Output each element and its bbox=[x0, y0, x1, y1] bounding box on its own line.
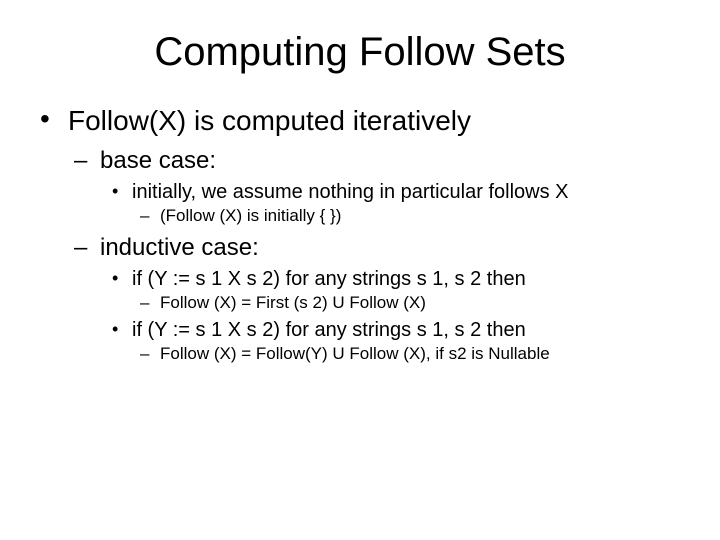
bullet-level4: Follow (X) = Follow(Y) U Follow (X), if … bbox=[40, 344, 680, 364]
bullet-level2: base case: bbox=[40, 147, 680, 175]
bullet-list: Follow(X) is computed iteratively base c… bbox=[40, 105, 680, 364]
slide: Computing Follow Sets Follow(X) is compu… bbox=[0, 0, 720, 540]
bullet-level2: inductive case: bbox=[40, 234, 680, 262]
bullet-level3: initially, we assume nothing in particul… bbox=[40, 181, 680, 204]
bullet-level3: if (Y := s 1 X s 2) for any strings s 1,… bbox=[40, 268, 680, 291]
bullet-level4: Follow (X) = First (s 2) U Follow (X) bbox=[40, 293, 680, 313]
bullet-level1: Follow(X) is computed iteratively bbox=[40, 105, 680, 137]
bullet-level4: (Follow (X) is initially { }) bbox=[40, 206, 680, 226]
slide-title: Computing Follow Sets bbox=[40, 30, 680, 75]
bullet-level3: if (Y := s 1 X s 2) for any strings s 1,… bbox=[40, 319, 680, 342]
